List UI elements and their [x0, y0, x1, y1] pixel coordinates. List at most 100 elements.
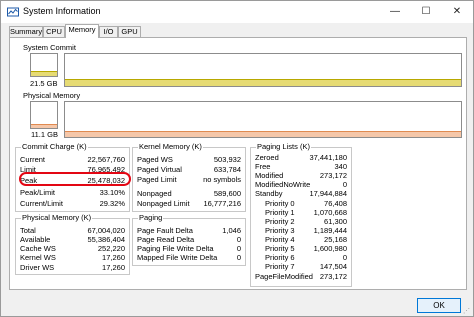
- paging-group: Paging Page Fault Delta 1,046 Page Read D…: [132, 213, 246, 266]
- row-value: no symbols: [203, 175, 241, 184]
- commit-charge-row: Current/Limit 29.32%: [20, 199, 125, 208]
- kernel-memory-row: Paged WS 503,932: [137, 155, 241, 164]
- system-commit-meter-fill: [31, 71, 57, 76]
- row-label: Priority 4: [265, 235, 295, 244]
- commit-charge-row: Current 22,567,760: [20, 155, 125, 164]
- row-label: Driver WS: [20, 263, 55, 272]
- resize-grip-icon[interactable]: ⋰: [463, 307, 470, 315]
- system-commit-graph-fill: [65, 78, 461, 86]
- system-information-window: System Information — ☐ ✕ Summary CPU Mem…: [0, 0, 474, 317]
- row-value: 273,172: [319, 171, 347, 180]
- row-label: Kernel WS: [20, 253, 56, 262]
- paging-row: Page Fault Delta 1,046: [137, 226, 241, 235]
- row-value: 33.10%: [99, 188, 125, 197]
- row-value: 17,260: [102, 263, 125, 272]
- paging-lists-row: Priority 7 147,504: [265, 262, 347, 271]
- row-label: Priority 7: [265, 262, 295, 271]
- row-label: Page Read Delta: [137, 235, 195, 244]
- system-commit-value: 21.5 GB: [30, 79, 58, 88]
- paging-lists-row: ModifiedNoWrite 0: [255, 180, 347, 189]
- row-label: Free: [255, 162, 271, 171]
- paging-row: Mapped File Write Delta 0: [137, 253, 241, 262]
- system-commit-label: System Commit: [23, 43, 76, 52]
- paging-lists-title: Paging Lists (K): [256, 142, 311, 151]
- paging-lists-row: Priority 3 1,189,444: [265, 226, 347, 235]
- system-commit-meter: [30, 53, 58, 77]
- paging-lists-row: Priority 1 1,070,668: [265, 208, 347, 217]
- memory-tab-panel: System Commit 21.5 GB Physical Memory 11…: [9, 37, 467, 290]
- row-value: 0: [236, 244, 241, 253]
- row-value: 0: [236, 253, 241, 262]
- paging-lists-row: Priority 0 76,408: [265, 199, 347, 208]
- row-label: Zeroed: [255, 153, 279, 162]
- kernel-memory-row: Paged Virtual 633,784: [137, 165, 241, 174]
- window-title: System Information: [23, 6, 101, 16]
- physical-memory-label: Physical Memory: [23, 91, 81, 100]
- physical-memory-meter-fill: [31, 123, 57, 128]
- kernel-memory-row: Nonpaged 589,600: [137, 189, 241, 198]
- row-label: Mapped File Write Delta: [137, 253, 218, 262]
- row-label: Priority 2: [265, 217, 295, 226]
- row-value: 67,004,020: [87, 226, 125, 235]
- row-value: 340: [334, 162, 347, 171]
- row-value: 0: [342, 253, 347, 262]
- row-value: 0: [342, 180, 347, 189]
- paging-lists-row: PageFileModified 273,172: [255, 272, 347, 281]
- paging-lists-group: Paging Lists (K) Zeroed 37,441,180 Free 34…: [250, 142, 352, 287]
- paging-lists-row: Zeroed 37,441,180: [255, 153, 347, 162]
- row-value: 1,070,668: [313, 208, 347, 217]
- paging-row: Paging File Write Delta 0: [137, 244, 241, 253]
- row-label: Paged WS: [137, 155, 173, 164]
- row-value: 503,932: [213, 155, 241, 164]
- paging-lists-row: Standby 17,944,884: [255, 189, 347, 198]
- row-value: 589,600: [213, 189, 241, 198]
- kernel-memory-row: Paged Limit no symbols: [137, 175, 241, 184]
- row-label: Priority 5: [265, 244, 295, 253]
- row-label: Modified: [255, 171, 284, 180]
- title-bar[interactable]: System Information — ☐ ✕: [1, 1, 473, 23]
- row-label: Priority 1: [265, 208, 295, 217]
- physical-memory-row: Available 55,386,404: [20, 235, 125, 244]
- commit-charge-title: Commit Charge (K): [21, 142, 88, 151]
- physical-memory-graph: [64, 101, 462, 138]
- kernel-memory-group: Kernel Memory (K) Paged WS 503,932 Paged …: [132, 142, 246, 212]
- ok-button[interactable]: OK: [417, 298, 461, 313]
- row-value: 633,784: [213, 165, 241, 174]
- row-value: 1,046: [222, 226, 241, 235]
- row-label: Cache WS: [20, 244, 56, 253]
- row-label: Paged Virtual: [137, 165, 182, 174]
- system-commit-graph: [64, 53, 462, 87]
- kernel-memory-title: Kernel Memory (K): [138, 142, 203, 151]
- row-label: Nonpaged Limit: [137, 199, 190, 208]
- row-value: 1,600,980: [313, 244, 347, 253]
- system-information-app-icon: [7, 7, 19, 17]
- paging-lists-row: Modified 273,172: [255, 171, 347, 180]
- row-value: 17,944,884: [309, 189, 347, 198]
- row-label: Priority 6: [265, 253, 295, 262]
- row-label: Peak/Limit: [20, 188, 56, 197]
- paging-lists-row: Priority 2 61,300: [265, 217, 347, 226]
- row-label: Nonpaged: [137, 189, 172, 198]
- paging-lists-row: Priority 6 0: [265, 253, 347, 262]
- row-label: Paging File Write Delta: [137, 244, 214, 253]
- close-button[interactable]: ✕: [443, 1, 471, 23]
- maximize-button[interactable]: ☐: [412, 1, 440, 23]
- row-label: PageFileModified: [255, 272, 313, 281]
- physical-memory-row: Total 67,004,020: [20, 226, 125, 235]
- row-value: 147,504: [319, 262, 347, 271]
- physical-memory-row: Driver WS 17,260: [20, 263, 125, 272]
- row-label: Priority 3: [265, 226, 295, 235]
- paging-lists-row: Priority 5 1,600,980: [265, 244, 347, 253]
- minimize-button[interactable]: —: [381, 1, 409, 23]
- commit-charge-row: Peak/Limit 33.10%: [20, 188, 125, 197]
- physical-memory-meter: [30, 101, 58, 129]
- physical-memory-row: Kernel WS 17,260: [20, 253, 125, 262]
- paging-lists-row: Priority 4 25,168: [265, 235, 347, 244]
- tab-memory[interactable]: Memory: [65, 24, 99, 38]
- row-value: 61,300: [324, 217, 347, 226]
- row-label: Current: [20, 155, 46, 164]
- row-value: 76,408: [324, 199, 347, 208]
- row-value: 0: [236, 235, 241, 244]
- row-label: Priority 0: [265, 199, 295, 208]
- paging-row: Page Read Delta 0: [137, 235, 241, 244]
